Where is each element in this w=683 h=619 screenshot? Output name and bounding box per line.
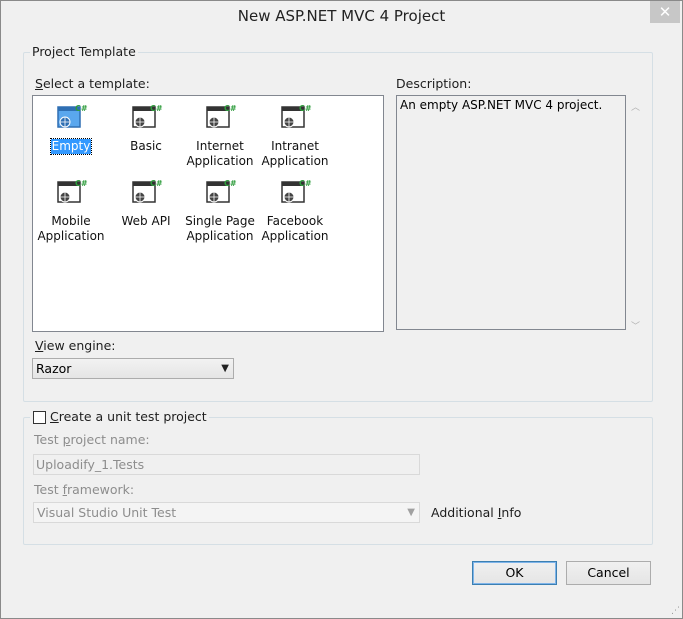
scroll-down-icon[interactable]: ﹀	[627, 319, 644, 332]
test-project-name-label: Test project name:	[34, 432, 150, 447]
csharp-badge: C#	[224, 104, 237, 113]
unit-test-legend: Create a unit test project	[50, 409, 207, 424]
view-engine-label: View engine:	[35, 338, 116, 353]
test-framework-label: Test framework:	[34, 482, 135, 497]
template-label-line2: Application	[186, 229, 254, 243]
resize-grip-icon[interactable]: ⋰	[671, 606, 680, 616]
project-template-group-label: Project Template	[32, 44, 136, 59]
description-text: An empty ASP.NET MVC 4 project.	[400, 98, 603, 112]
mvc-project-icon: C#	[203, 176, 237, 210]
chevron-down-icon: ▼	[407, 507, 415, 518]
template-label: Mobile	[51, 214, 91, 228]
csharp-badge: C#	[150, 104, 163, 113]
mvc-project-icon: C#	[54, 176, 88, 210]
csharp-badge: C#	[75, 104, 88, 113]
view-engine-select[interactable]: Razor ▼	[32, 358, 234, 379]
template-label: Single Page	[185, 214, 255, 228]
template-label-line2: Application	[261, 229, 329, 243]
mvc-project-icon: C#	[278, 101, 312, 135]
template-label: Internet	[196, 139, 244, 153]
template-label: Empty	[49, 138, 93, 155]
view-engine-value: Razor	[36, 361, 72, 376]
additional-info-link[interactable]: Additional Info	[431, 505, 521, 520]
ok-button[interactable]: OK	[472, 561, 557, 585]
csharp-badge: C#	[224, 179, 237, 188]
description-scrollbar[interactable]: ︿ ﹀	[627, 96, 644, 332]
description-label: Description:	[396, 76, 472, 91]
close-button[interactable]: ✕	[650, 1, 680, 23]
template-item[interactable]: C# Internet Application	[183, 101, 257, 169]
unit-test-group: Create a unit test project	[23, 409, 653, 545]
template-label: Basic	[130, 139, 162, 153]
csharp-badge: C#	[150, 179, 163, 188]
template-item[interactable]: C# Mobile Application	[34, 176, 108, 244]
mvc-project-icon: C#	[129, 101, 163, 135]
template-item[interactable]: C# Single Page Application	[183, 176, 257, 244]
dialog-window: New ASP.NET MVC 4 Project ✕ Project Temp…	[0, 0, 683, 619]
template-item[interactable]: C# Intranet Application	[258, 101, 332, 169]
title-bar: New ASP.NET MVC 4 Project ✕	[1, 1, 682, 32]
mvc-project-icon: C#	[54, 101, 88, 135]
test-project-name-input[interactable]: Uploadify_1.Tests	[33, 454, 420, 475]
test-framework-select[interactable]: Visual Studio Unit Test ▼	[33, 502, 420, 523]
template-item[interactable]: C# Facebook Application	[258, 176, 332, 244]
template-item[interactable]: C# Empty	[34, 101, 108, 155]
template-label: Intranet	[271, 139, 319, 153]
template-list[interactable]: C# Empty C# Basic C# Internet Application C# Int…	[32, 95, 384, 332]
template-label: Facebook	[266, 214, 324, 228]
template-label-line2: Application	[261, 154, 329, 168]
csharp-badge: C#	[299, 104, 312, 113]
cancel-button[interactable]: Cancel	[566, 561, 651, 585]
mvc-project-icon: C#	[278, 176, 312, 210]
create-unit-test-checkbox[interactable]	[33, 411, 46, 424]
close-icon[interactable]: ✕	[659, 3, 672, 21]
mvc-project-icon: C#	[129, 176, 163, 210]
select-template-label: Select a template:	[35, 76, 150, 91]
csharp-badge: C#	[299, 179, 312, 188]
template-label-line2: Application	[186, 154, 254, 168]
scroll-up-icon[interactable]: ︿	[627, 100, 644, 113]
template-item[interactable]: C# Web API	[109, 176, 183, 229]
mvc-project-icon: C#	[203, 101, 237, 135]
template-label-line2: Application	[37, 229, 105, 243]
template-item[interactable]: C# Basic	[109, 101, 183, 154]
template-label: Web API	[121, 214, 171, 228]
chevron-down-icon: ▼	[221, 363, 229, 374]
csharp-badge: C#	[75, 179, 88, 188]
test-framework-value: Visual Studio Unit Test	[37, 505, 177, 520]
description-box: An empty ASP.NET MVC 4 project.	[396, 95, 626, 330]
window-title: New ASP.NET MVC 4 Project	[237, 7, 446, 25]
dialog-body: Project Template Select a template: Desc…	[8, 32, 674, 610]
